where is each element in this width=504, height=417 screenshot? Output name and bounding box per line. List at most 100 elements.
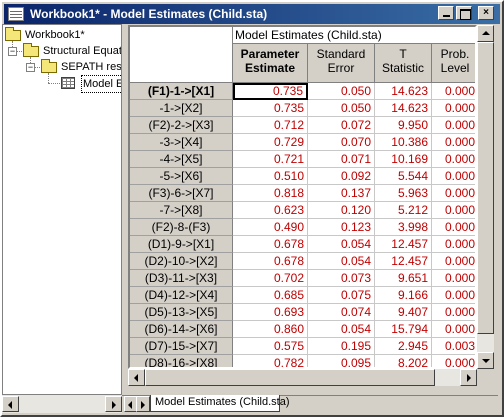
cell-standard-error[interactable]: 0.073 (308, 270, 375, 287)
cell-parameter-estimate[interactable]: 0.702 (233, 270, 308, 287)
cell-t-statistic[interactable]: 5.963 (375, 185, 432, 202)
cell-t-statistic[interactable]: 2.945 (375, 338, 432, 355)
maximize-button[interactable] (456, 6, 472, 20)
row-header[interactable]: (D5)-13->[X5] (130, 304, 233, 321)
scroll-up-button[interactable] (477, 25, 494, 42)
cell-t-statistic[interactable]: 9.166 (375, 287, 432, 304)
cell-standard-error[interactable]: 0.120 (308, 202, 375, 219)
cell-parameter-estimate[interactable]: 0.575 (233, 338, 308, 355)
scroll-left-button[interactable] (128, 369, 145, 386)
cell-standard-error[interactable]: 0.095 (308, 355, 375, 367)
cell-standard-error[interactable]: 0.075 (308, 287, 375, 304)
cell-parameter-estimate[interactable]: 0.735 (233, 83, 308, 100)
cell-prob-level[interactable]: 0.000 (432, 151, 475, 168)
cell-t-statistic[interactable]: 10.386 (375, 134, 432, 151)
cell-standard-error[interactable]: 0.070 (308, 134, 375, 151)
cell-standard-error[interactable]: 0.195 (308, 338, 375, 355)
cell-t-statistic[interactable]: 9.950 (375, 117, 432, 134)
cell-t-statistic[interactable]: 3.998 (375, 219, 432, 236)
scroll-right-button[interactable] (460, 369, 477, 386)
cell-t-statistic[interactable]: 14.623 (375, 83, 432, 100)
cell-standard-error[interactable]: 0.050 (308, 100, 375, 117)
cell-prob-level[interactable]: 0.000 (432, 321, 475, 338)
collapse-icon[interactable]: − (8, 47, 17, 56)
cell-parameter-estimate[interactable]: 0.721 (233, 151, 308, 168)
cell-standard-error[interactable]: 0.054 (308, 253, 375, 270)
row-header[interactable]: (F1)-1->[X1] (130, 83, 233, 100)
horizontal-scrollbar[interactable] (128, 369, 477, 386)
cell-parameter-estimate[interactable]: 0.678 (233, 253, 308, 270)
cell-prob-level[interactable]: 0.000 (432, 219, 475, 236)
row-header[interactable]: (D1)-9->[X1] (130, 236, 233, 253)
tree-scroll-right-button[interactable] (105, 396, 122, 412)
close-button[interactable]: × (478, 6, 494, 20)
cell-parameter-estimate[interactable]: 0.510 (233, 168, 308, 185)
workbook-tree[interactable]: Workbook1* − Structural Equati − SEPATH … (2, 24, 122, 395)
cell-parameter-estimate[interactable]: 0.712 (233, 117, 308, 134)
cell-standard-error[interactable]: 0.092 (308, 168, 375, 185)
row-header[interactable]: -3->[X4] (130, 134, 233, 151)
cell-standard-error[interactable]: 0.050 (308, 83, 375, 100)
row-header[interactable]: (F2)-2->[X3] (130, 117, 233, 134)
cell-standard-error[interactable]: 0.054 (308, 236, 375, 253)
cell-t-statistic[interactable]: 8.202 (375, 355, 432, 367)
vertical-scrollbar[interactable] (477, 25, 494, 369)
cell-prob-level[interactable]: 0.000 (432, 117, 475, 134)
vertical-scroll-thumb[interactable] (477, 42, 494, 334)
cell-parameter-estimate[interactable]: 0.735 (233, 100, 308, 117)
cell-t-statistic[interactable]: 9.407 (375, 304, 432, 321)
row-header[interactable]: -4->[X5] (130, 151, 233, 168)
row-header[interactable]: (D7)-15->[X7] (130, 338, 233, 355)
cell-standard-error[interactable]: 0.072 (308, 117, 375, 134)
row-header[interactable]: (D3)-11->[X3] (130, 270, 233, 287)
cell-t-statistic[interactable]: 5.212 (375, 202, 432, 219)
col-header-standard-error[interactable]: Standard Error (308, 44, 375, 83)
cell-parameter-estimate[interactable]: 0.729 (233, 134, 308, 151)
col-header-prob-level[interactable]: Prob. Level (432, 44, 475, 83)
col-header-parameter-estimate[interactable]: Parameter Estimate (233, 44, 308, 83)
row-header[interactable]: (D8)-16->[X8] (130, 355, 233, 367)
row-header[interactable]: (F2)-8-(F3) (130, 219, 233, 236)
workbook-app-icon[interactable] (8, 7, 24, 21)
cell-standard-error[interactable]: 0.071 (308, 151, 375, 168)
row-header[interactable]: -1->[X2] (130, 100, 233, 117)
row-header[interactable]: (F3)-6->[X7] (130, 185, 233, 202)
pane-splitter[interactable] (122, 24, 126, 395)
horizontal-scroll-thumb[interactable] (145, 369, 435, 386)
cell-prob-level[interactable]: 0.000 (432, 287, 475, 304)
cell-prob-level[interactable]: 0.003 (432, 338, 475, 355)
cell-prob-level[interactable]: 0.000 (432, 304, 475, 321)
scroll-down-button[interactable] (477, 352, 494, 369)
cell-standard-error[interactable]: 0.054 (308, 321, 375, 338)
cell-parameter-estimate[interactable]: 0.685 (233, 287, 308, 304)
cell-parameter-estimate[interactable]: 0.818 (233, 185, 308, 202)
cell-t-statistic[interactable]: 10.169 (375, 151, 432, 168)
cell-t-statistic[interactable]: 9.651 (375, 270, 432, 287)
cell-parameter-estimate[interactable]: 0.623 (233, 202, 308, 219)
tab-model-estimates[interactable]: Model Estimates (Child.sta) (150, 395, 290, 412)
cell-standard-error[interactable]: 0.123 (308, 219, 375, 236)
cell-standard-error[interactable]: 0.074 (308, 304, 375, 321)
size-grip[interactable] (477, 369, 494, 386)
cell-prob-level[interactable]: 0.000 (432, 270, 475, 287)
cell-prob-level[interactable]: 0.000 (432, 134, 475, 151)
cell-prob-level[interactable]: 0.000 (432, 236, 475, 253)
cell-t-statistic[interactable]: 14.623 (375, 100, 432, 117)
cell-t-statistic[interactable]: 15.794 (375, 321, 432, 338)
cell-parameter-estimate[interactable]: 0.860 (233, 321, 308, 338)
cell-parameter-estimate[interactable]: 0.782 (233, 355, 308, 367)
title-bar[interactable]: Workbook1* - Model Estimates (Child.sta)… (4, 4, 500, 24)
cell-prob-level[interactable]: 0.000 (432, 185, 475, 202)
tree-horizontal-scrollbar[interactable] (2, 395, 122, 413)
cell-t-statistic[interactable]: 12.457 (375, 236, 432, 253)
cell-parameter-estimate[interactable]: 0.490 (233, 219, 308, 236)
row-header[interactable]: (D2)-10->[X2] (130, 253, 233, 270)
cell-t-statistic[interactable]: 5.544 (375, 168, 432, 185)
cell-parameter-estimate[interactable]: 0.693 (233, 304, 308, 321)
cell-prob-level[interactable]: 0.000 (432, 100, 475, 117)
grid-corner[interactable] (130, 27, 233, 83)
cell-t-statistic[interactable]: 12.457 (375, 253, 432, 270)
cell-parameter-estimate[interactable]: 0.678 (233, 236, 308, 253)
row-header[interactable]: -7->[X8] (130, 202, 233, 219)
minimize-button[interactable] (438, 6, 454, 20)
